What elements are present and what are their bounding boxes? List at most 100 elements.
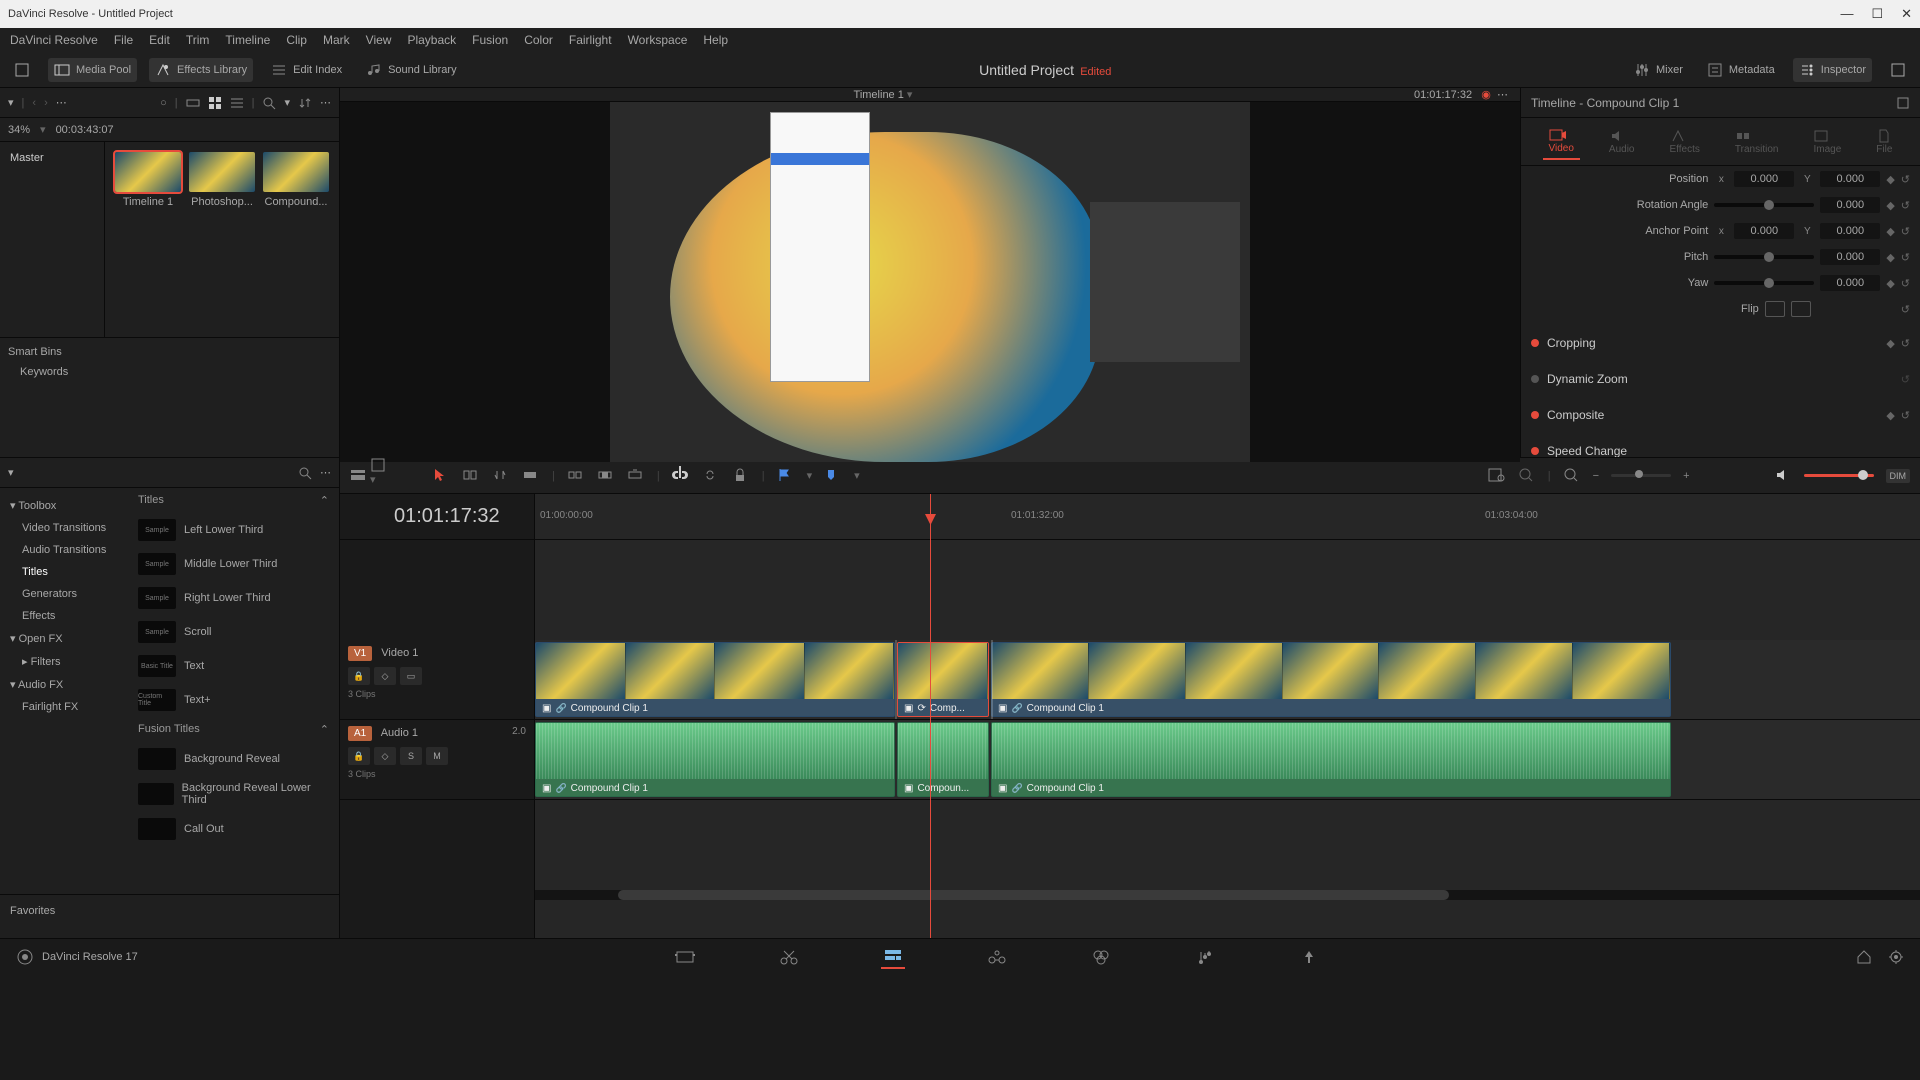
video-clip-3[interactable]: ▣Compound Clip 1 <box>991 642 1671 717</box>
keyframe-icon[interactable]: ◆ <box>1886 225 1894 238</box>
home-button[interactable] <box>1856 949 1872 965</box>
openfx-header[interactable]: ▾ Open FX <box>6 627 122 650</box>
metadata-button[interactable]: Metadata <box>1701 58 1781 82</box>
keyframe-icon[interactable]: ◆ <box>1886 337 1894 350</box>
menu-timeline[interactable]: Timeline <box>225 33 270 47</box>
page-color[interactable] <box>1089 945 1113 969</box>
playhead[interactable] <box>930 494 931 938</box>
zoom-dropdown[interactable]: ▾ <box>40 123 46 136</box>
mixer-button[interactable]: Mixer <box>1628 58 1689 82</box>
thumb-compound[interactable]: Compound... <box>263 152 329 208</box>
video-track-header[interactable]: V1 Video 1 🔒 ◇ ▭ 3 Clips <box>340 640 534 720</box>
reset-icon[interactable]: ↺ <box>1901 337 1910 350</box>
menu-workspace[interactable]: Workspace <box>628 33 688 47</box>
menu-davinci[interactable]: DaVinci Resolve <box>10 33 98 47</box>
track-mute[interactable]: M <box>426 747 448 765</box>
yaw-input[interactable]: 0.000 <box>1820 275 1880 291</box>
position-x-input[interactable]: 0.000 <box>1734 171 1794 187</box>
sort-dropdown[interactable]: ▾ <box>284 96 290 109</box>
video-track[interactable]: ▣Compound Clip 1 ▣⟳Comp... ▣Compound Cli… <box>535 640 1920 720</box>
dynamic-zoom-section[interactable]: Dynamic Zoom <box>1547 372 1628 386</box>
keyframe-icon[interactable]: ◆ <box>1886 199 1894 212</box>
track-lock[interactable]: 🔒 <box>348 747 370 765</box>
media-pool-button[interactable]: Media Pool <box>48 58 137 82</box>
media-options[interactable]: ⋯ <box>320 96 331 109</box>
anchor-y-input[interactable]: 0.000 <box>1820 223 1880 239</box>
reset-icon[interactable]: ↺ <box>1901 373 1910 386</box>
cropping-toggle[interactable] <box>1531 339 1539 347</box>
zoom-slider[interactable] <box>1611 474 1671 477</box>
titles-category[interactable]: Titles <box>6 561 122 583</box>
fullscreen-toggle[interactable] <box>8 58 36 82</box>
transform-mode-button[interactable] <box>370 457 386 473</box>
reset-icon[interactable]: ↺ <box>1901 409 1910 422</box>
collapse-icon[interactable]: ⌃ <box>320 494 329 507</box>
track-solo[interactable]: S <box>400 747 422 765</box>
smart-bins-header[interactable]: Smart Bins <box>8 346 331 358</box>
minimize-button[interactable]: — <box>1840 6 1853 22</box>
speed-change-section[interactable]: Speed Change <box>1547 444 1627 457</box>
effect-left-lower-third[interactable]: SampleLeft Lower Third <box>128 513 339 547</box>
menu-edit[interactable]: Edit <box>149 33 170 47</box>
zoom-to-fit[interactable] <box>1518 467 1536 485</box>
lock-toggle[interactable] <box>732 467 750 485</box>
timeline-timecode[interactable]: 01:01:17:32 <box>340 505 534 528</box>
effects-options[interactable]: ⋯ <box>320 466 331 479</box>
keyframe-icon[interactable]: ◆ <box>1886 277 1894 290</box>
audio-transitions[interactable]: Audio Transitions <box>6 539 122 561</box>
audio-track[interactable]: ▣Compound Clip 1 ▣Compoun... ▣Compound C… <box>535 720 1920 800</box>
viewer-dropdown-icon[interactable]: ▾ <box>907 89 913 101</box>
sort-button[interactable] <box>298 96 312 110</box>
audio-clip-2[interactable]: ▣Compoun... <box>897 722 989 797</box>
nav-next[interactable]: › <box>44 97 48 109</box>
effects-dropdown[interactable]: ▾ <box>8 466 14 479</box>
replace-clip[interactable] <box>627 467 645 485</box>
collapse-icon[interactable]: ⌃ <box>320 723 329 736</box>
master-bin[interactable]: Master <box>6 148 98 168</box>
zoom-out[interactable]: − <box>1593 470 1599 482</box>
page-cut[interactable] <box>777 945 801 969</box>
fullscreen-right-toggle[interactable] <box>1884 58 1912 82</box>
inspector-tab-file[interactable]: File <box>1870 124 1898 159</box>
menu-playback[interactable]: Playback <box>407 33 456 47</box>
track-lock[interactable]: 🔒 <box>348 667 370 685</box>
anchor-x-input[interactable]: 0.000 <box>1734 223 1794 239</box>
menu-fusion[interactable]: Fusion <box>472 33 508 47</box>
zoom-in[interactable]: + <box>1683 470 1689 482</box>
page-fusion[interactable] <box>985 945 1009 969</box>
volume-slider[interactable] <box>1804 474 1874 477</box>
selection-tool[interactable] <box>432 467 450 485</box>
view-thumb[interactable] <box>208 96 222 110</box>
effect-text-plus[interactable]: Custom TitleText+ <box>128 683 339 717</box>
effect-text[interactable]: Basic TitleText <box>128 649 339 683</box>
marker-dropdown[interactable]: ▾ <box>854 469 860 482</box>
menu-color[interactable]: Color <box>524 33 553 47</box>
dynamic-zoom-toggle[interactable] <box>1531 375 1539 383</box>
effect-background-reveal[interactable]: Background Reveal <box>128 742 339 776</box>
audiofx-header[interactable]: ▾ Audio FX <box>6 673 122 696</box>
thumb-timeline1[interactable]: Timeline 1 <box>115 152 181 208</box>
effects-category[interactable]: Effects <box>6 605 122 627</box>
timeline-scrollbar[interactable] <box>535 890 1920 900</box>
viewer-color-icon[interactable]: ◉ <box>1481 89 1491 101</box>
composite-section[interactable]: Composite <box>1547 408 1604 422</box>
keyframe-icon[interactable]: ◆ <box>1886 409 1894 422</box>
generators-category[interactable]: Generators <box>6 583 122 605</box>
audio-clip-3[interactable]: ▣Compound Clip 1 <box>991 722 1671 797</box>
menu-file[interactable]: File <box>114 33 133 47</box>
reset-icon[interactable]: ↺ <box>1901 251 1910 264</box>
effects-library-button[interactable]: Effects Library <box>149 58 253 82</box>
v1-badge[interactable]: V1 <box>348 646 372 661</box>
inspector-tab-video[interactable]: Video <box>1543 123 1580 160</box>
effect-call-out[interactable]: Call Out <box>128 812 339 846</box>
a1-badge[interactable]: A1 <box>348 726 372 741</box>
detail-zoom[interactable] <box>1563 467 1581 485</box>
marker-button[interactable] <box>824 467 842 485</box>
video-clip-2[interactable]: ▣⟳Comp... <box>897 642 989 717</box>
pitch-slider[interactable] <box>1714 255 1814 259</box>
dynamic-trim-tool[interactable] <box>492 467 510 485</box>
project-settings-button[interactable] <box>1888 949 1904 965</box>
edit-index-button[interactable]: Edit Index <box>265 58 348 82</box>
flag-button[interactable] <box>777 467 795 485</box>
smart-bin-keywords[interactable]: Keywords <box>8 358 331 386</box>
